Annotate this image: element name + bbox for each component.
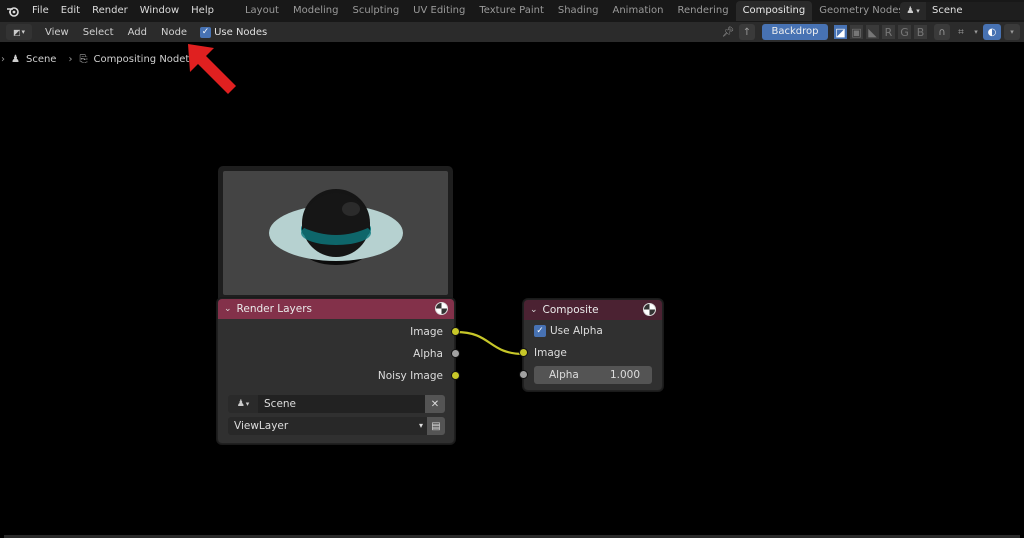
render-preview-image — [223, 171, 448, 295]
use-alpha-row: ✓ Use Alpha — [524, 320, 662, 342]
chevron-down-icon: ▾ — [245, 400, 250, 408]
collapse-chevron-icon[interactable]: ⌄ — [224, 304, 232, 314]
output-noisy-image-socket[interactable] — [451, 371, 460, 380]
output-image-label: Image — [410, 326, 443, 338]
scene-browse-button[interactable]: ♟ ▾ — [228, 395, 258, 413]
link-image-to-composite[interactable] — [455, 330, 525, 356]
input-alpha: Alpha 1.000 — [519, 364, 662, 386]
alpha-value-field[interactable]: Alpha 1.000 — [534, 366, 652, 384]
render-view-layer-button[interactable]: ▤ — [427, 417, 445, 435]
render-layers-header[interactable]: ⌄ Render Layers — [218, 299, 454, 319]
chevron-down-icon: ▾ — [418, 421, 423, 430]
view-layer-value: ViewLayer — [234, 420, 289, 432]
render-layers-title: Render Layers — [236, 303, 313, 315]
output-image: Image — [218, 321, 460, 343]
close-icon: ✕ — [430, 398, 440, 410]
input-image-label: Image — [534, 347, 567, 359]
render-layers-node[interactable]: ⌄ Render Layers Image Alpha Noisy Image … — [217, 298, 460, 444]
preview-toggle-icon[interactable] — [643, 303, 656, 316]
use-alpha-label: Use Alpha — [550, 325, 603, 337]
output-image-socket[interactable] — [451, 327, 460, 336]
alpha-label: Alpha — [549, 369, 579, 381]
render-preview — [218, 166, 453, 300]
output-alpha-socket[interactable] — [451, 349, 460, 358]
composite-title: Composite — [542, 304, 599, 316]
output-noisy-image: Noisy Image — [218, 365, 460, 387]
input-image-socket[interactable] — [519, 348, 528, 357]
alpha-value: 1.000 — [609, 369, 640, 381]
node-links — [455, 330, 525, 356]
view-layer-row: ViewLayer ▾ ▤ — [228, 417, 445, 435]
composite-header[interactable]: ⌄ Composite — [524, 300, 662, 320]
use-alpha-checkbox[interactable]: ✓ — [534, 325, 546, 337]
output-alpha-label: Alpha — [413, 348, 443, 360]
view-layer-select[interactable]: ViewLayer ▾ — [228, 417, 427, 435]
preview-toggle-icon[interactable] — [435, 302, 448, 315]
scene-datablock: ♟ ▾ Scene ✕ — [228, 395, 445, 413]
scene-icon: ♟ — [236, 399, 245, 409]
render-layer-icon: ▤ — [431, 420, 441, 432]
scene-field[interactable]: Scene — [258, 395, 425, 413]
output-alpha: Alpha — [218, 343, 460, 365]
output-noisy-image-label: Noisy Image — [377, 370, 443, 382]
collapse-chevron-icon[interactable]: ⌄ — [530, 305, 538, 315]
input-alpha-socket[interactable] — [519, 370, 528, 379]
clear-scene-button[interactable]: ✕ — [425, 395, 445, 413]
input-image: Image — [519, 342, 662, 364]
composite-node[interactable]: ⌄ Composite ✓ Use Alpha Image Alpha 1.00… — [519, 299, 663, 391]
